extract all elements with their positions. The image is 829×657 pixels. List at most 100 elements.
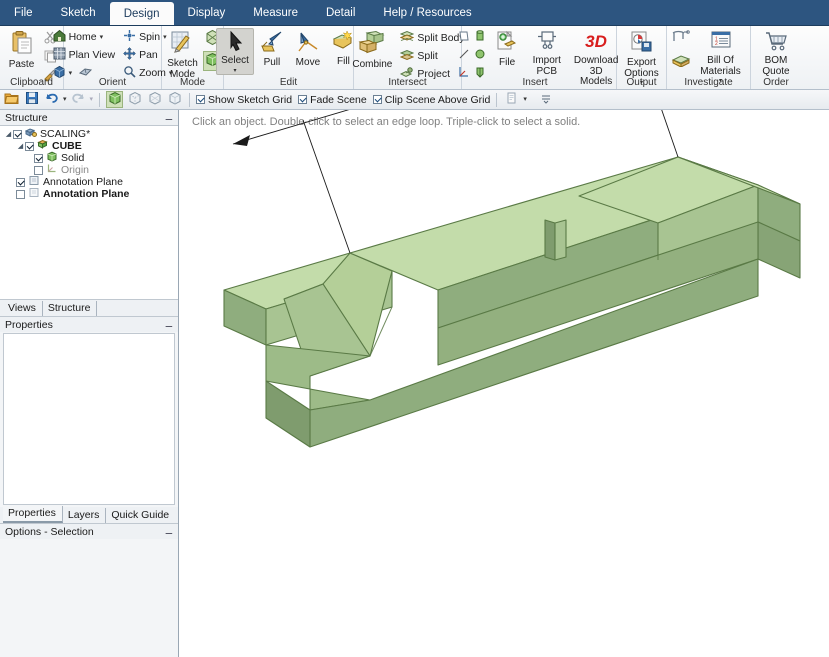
visibility-checkbox[interactable] — [13, 129, 22, 139]
move-button[interactable]: Move — [290, 28, 326, 70]
insert-sphere-icon[interactable] — [473, 47, 487, 64]
bom-quote-cart-icon — [763, 30, 789, 55]
tree-item-solid[interactable]: Solid — [0, 151, 178, 164]
tree-item-scaling[interactable]: ◢ SCALING* — [0, 128, 178, 140]
properties-content-area[interactable] — [3, 333, 175, 505]
tab-views[interactable]: Views — [3, 301, 43, 316]
pull-label: Pull — [263, 57, 281, 68]
menu-item-measure[interactable]: Measure — [239, 0, 312, 25]
ribbon-group-label-order: Order — [763, 77, 789, 88]
measure-caliper-icon[interactable] — [671, 30, 691, 49]
pull-button[interactable]: Pull — [254, 28, 290, 70]
pin-icon[interactable]: ⚊ — [165, 526, 173, 537]
home-dropdown-caret[interactable]: ▾ — [100, 34, 104, 41]
expander-icon[interactable]: ◢ — [4, 130, 13, 138]
select-button[interactable]: Select ▾ — [216, 28, 254, 75]
ribbon-group-edit: Select ▾ Pull Move Fill Edit — [216, 26, 354, 89]
menu-item-help-resources[interactable]: Help / Resources — [369, 0, 485, 25]
structure-panel-header: Structure ⚊ — [0, 110, 178, 125]
insert-axis-icon[interactable] — [457, 65, 471, 82]
select-cursor-icon — [223, 30, 247, 55]
face-bottom-slab-left-end[interactable] — [265, 380, 311, 448]
options-panel-header: Options - Selection ⚊ — [0, 524, 178, 539]
import-pcb-button[interactable]: Import PCB — [522, 28, 571, 78]
redo-button[interactable] — [70, 91, 87, 108]
expander-icon[interactable]: ◢ — [16, 142, 25, 150]
tree-item-cube[interactable]: ◢ CUBE — [0, 139, 178, 152]
insert-cylinder-icon[interactable] — [473, 29, 487, 46]
save-button[interactable] — [23, 91, 40, 108]
solid-model-graphic[interactable]: 34.24 — [180, 110, 829, 657]
download-3d-models-icon: 3D — [580, 30, 612, 55]
combine-button[interactable]: Combine — [347, 28, 397, 72]
more-options-button[interactable] — [538, 91, 555, 108]
menu-item-sketch[interactable]: Sketch — [47, 0, 110, 25]
insert-line-icon[interactable] — [457, 47, 471, 64]
pin-icon[interactable]: ⚊ — [165, 112, 173, 123]
select-dropdown-caret[interactable]: ▾ — [234, 67, 237, 74]
sketch-mode-button[interactable]: Sketch Mode — [162, 28, 203, 81]
structure-tree[interactable]: ◢ SCALING* ◢ CUBE Solid Origin Annotatio… — [0, 125, 178, 300]
options-content-area[interactable] — [0, 539, 178, 657]
toolbar-separator-2 — [189, 92, 191, 107]
ribbon-group-insert: File Import PCB 3D Download 3D Models In… — [459, 26, 618, 89]
solid-display-button[interactable] — [106, 91, 124, 108]
svg-text:3D: 3D — [585, 32, 607, 51]
visibility-checkbox[interactable] — [25, 141, 34, 151]
plan-view-label: Plan View — [68, 49, 116, 61]
fade-scene-checkbox[interactable]: Fade Scene — [298, 94, 367, 106]
style-options-dropdown-caret[interactable]: ▾ — [523, 96, 527, 103]
toolbar-separator-3 — [496, 92, 498, 107]
tree-item-annotation-plane-1[interactable]: Annotation Plane — [0, 176, 178, 188]
insert-plane-icon[interactable] — [457, 29, 471, 46]
pull-icon — [259, 30, 285, 57]
show-sketch-grid-checkbox[interactable]: Show Sketch Grid — [196, 94, 292, 106]
pin-icon[interactable]: ⚊ — [165, 319, 173, 330]
redo-dropdown-caret[interactable]: ▾ — [90, 96, 94, 103]
3d-canvas[interactable]: 34.24 — [180, 110, 829, 657]
move-label: Move — [295, 57, 321, 68]
tab-layers[interactable]: Layers — [63, 508, 107, 523]
plan-view-button[interactable]: Plan View — [50, 46, 119, 64]
visibility-checkbox[interactable] — [34, 165, 43, 175]
menu-item-design[interactable]: Design — [109, 2, 174, 25]
plan-view-icon — [53, 47, 66, 63]
ribbon-group-label-mode: Mode — [179, 77, 205, 88]
insert-file-icon — [494, 30, 520, 57]
tree-item-annotation-plane-2[interactable]: Annotation Plane — [0, 188, 178, 200]
visibility-checkbox[interactable] — [16, 189, 25, 199]
undo-button[interactable] — [43, 91, 60, 108]
tree-item-label: Annotation Plane — [43, 188, 130, 200]
insert-component-icon[interactable] — [473, 65, 487, 82]
menu-item-display[interactable]: Display — [174, 0, 240, 25]
hidden-edges-button[interactable] — [126, 91, 143, 108]
clip-scene-above-grid-checkbox[interactable]: Clip Scene Above Grid — [372, 94, 490, 106]
menu-item-detail[interactable]: Detail — [312, 0, 369, 25]
undo-dropdown-caret[interactable]: ▾ — [63, 96, 67, 103]
visibility-checkbox[interactable] — [34, 153, 43, 163]
visibility-checkbox[interactable] — [16, 177, 25, 187]
tree-item-label: Origin — [61, 164, 90, 176]
shaded-cube-button[interactable] — [166, 91, 183, 108]
tab-properties[interactable]: Properties — [3, 506, 63, 523]
paste-button[interactable]: Paste — [4, 28, 40, 72]
shaded-cube-icon — [168, 91, 182, 108]
face-slot-wall-right[interactable] — [554, 219, 567, 261]
checkbox-box — [298, 95, 308, 104]
open-button[interactable] — [3, 91, 20, 108]
wireframe-button[interactable] — [146, 91, 163, 108]
menu-item-file[interactable]: File — [0, 0, 47, 25]
tab-quick-guide[interactable]: Quick Guide — [106, 508, 175, 523]
insert-file-button[interactable]: File — [492, 28, 522, 70]
mass-properties-icon[interactable] — [671, 52, 691, 70]
tree-item-origin[interactable]: Origin — [0, 164, 178, 176]
ribbon-group-mode: Sketch Mode Mode — [162, 26, 224, 89]
view-cube-dropdown-caret[interactable]: ▾ — [69, 70, 73, 77]
home-button[interactable]: Home ▾ — [50, 28, 119, 46]
face-slot-wall-left[interactable] — [544, 219, 556, 261]
3d-viewport[interactable]: Click an object. Double-click to select … — [180, 110, 829, 657]
tab-structure[interactable]: Structure — [43, 301, 98, 316]
download-3d-models-button[interactable]: 3D Download 3D Models — [571, 28, 621, 89]
style-options-button[interactable] — [503, 91, 520, 108]
bom-quote-button[interactable]: BOM Quote — [755, 28, 797, 78]
